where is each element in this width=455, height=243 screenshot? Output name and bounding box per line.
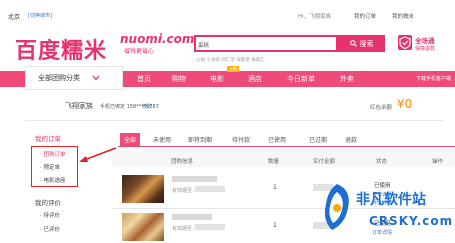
deal-title-redacted [172, 176, 217, 182]
col-status: 状态 [376, 159, 388, 165]
col-deal-info: 团购信息 [171, 159, 194, 165]
deal-date-redacted [195, 224, 225, 230]
col-qty: 数量 [268, 159, 280, 165]
deal-qty: 1 [273, 184, 277, 191]
order-detail-link[interactable]: 订单详情 [372, 229, 392, 236]
deal-title-redacted [172, 214, 212, 220]
tab-unused[interactable]: 未使用 [153, 135, 171, 144]
deal-date-redacted [195, 186, 225, 192]
tab-refund[interactable]: 退款 [345, 135, 357, 144]
tab-used[interactable]: 已使用 [268, 135, 286, 144]
deal-status: 已使用 [374, 183, 391, 189]
tab-unpaid[interactable]: 待付款 [232, 135, 250, 144]
deal-thumbnail[interactable] [122, 213, 164, 241]
tab-underline [118, 146, 455, 147]
watermark-url: CRSKY.com [369, 214, 454, 228]
col-actions: 操作 [432, 159, 444, 165]
col-paid: 实付金额 [313, 159, 336, 165]
table-header [112, 151, 455, 167]
watermark-text: 非凡软件站 [356, 192, 426, 208]
deal-valid-until: 有效期至： [172, 188, 198, 194]
tab-expired[interactable]: 已过期 [309, 135, 327, 144]
tab-expiring[interactable]: 即将到期 [188, 135, 212, 144]
watermark-logo-icon [324, 184, 349, 230]
deal-thumbnail[interactable] [122, 175, 164, 203]
deal-valid-until: 有效期至： [172, 226, 198, 232]
tab-all[interactable]: 全部 [120, 133, 140, 146]
deal-qty: 1 [273, 222, 277, 229]
